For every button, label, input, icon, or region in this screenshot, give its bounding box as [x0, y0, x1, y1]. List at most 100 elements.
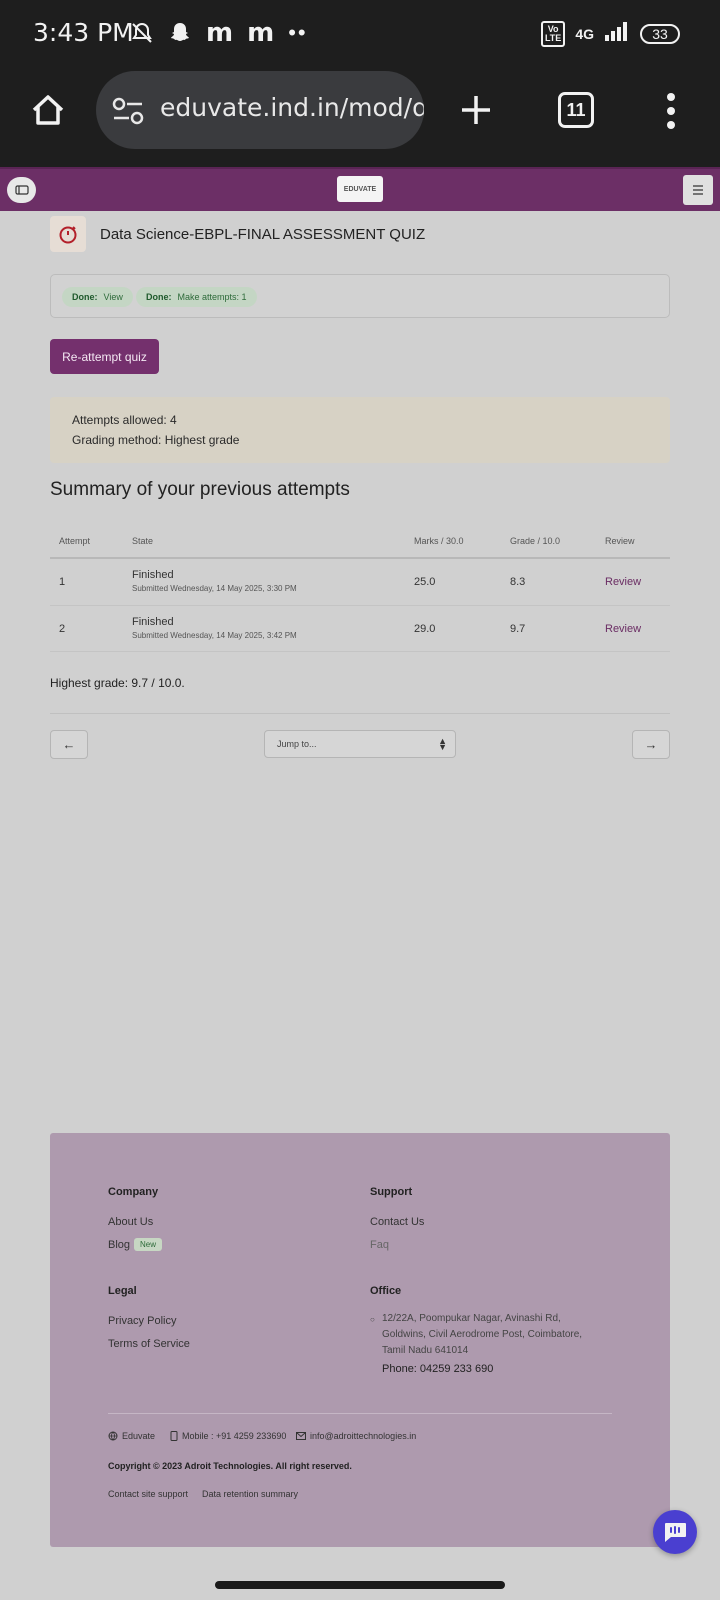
cell-submitted: Submitted Wednesday, 14 May 2025, 3:30 P… — [132, 584, 297, 593]
completion-status: Done: — [146, 292, 172, 302]
cell-state: Finished — [132, 616, 174, 628]
activity-completion: Done: View Done: Make attempts: 1 — [50, 274, 670, 318]
completion-status: Done: — [72, 292, 98, 302]
address-bar[interactable]: eduvate.ind.in/mod/q — [96, 71, 424, 149]
site-footer: Company About Us Blog New Support Contac… — [50, 1133, 670, 1547]
cell-marks: 29.0 — [414, 623, 436, 635]
footer-mobile-text: Mobile : +91 4259 233690 — [182, 1431, 287, 1441]
quiz-icon — [50, 216, 86, 252]
contact-site-support-link[interactable]: Contact site support — [108, 1489, 188, 1499]
logo-text: EDUVATE — [343, 185, 377, 193]
footer-heading-legal: Legal — [108, 1285, 137, 1297]
footer-heading-company: Company — [108, 1186, 159, 1198]
column-header-state: State — [132, 536, 154, 546]
column-header-review: Review — [605, 536, 635, 546]
hamburger-icon — [693, 185, 703, 195]
drawer-toggle-button[interactable] — [7, 177, 36, 203]
jump-to-select[interactable]: Jump to... ▲ ▼ — [264, 730, 456, 758]
footer-link-blog[interactable]: Blog — [108, 1239, 130, 1251]
signal-icon — [604, 20, 630, 47]
mail-icon — [296, 1432, 306, 1440]
site-logo[interactable]: EDUVATE — [337, 176, 383, 202]
data-retention-link[interactable]: Data retention summary — [202, 1489, 298, 1499]
cell-state: Finished — [132, 569, 174, 581]
footer-link-faq[interactable]: Faq — [370, 1239, 389, 1251]
office-phone: Phone: 04259 233 690 — [382, 1363, 494, 1375]
more-notifications-icon: •• — [288, 20, 308, 45]
footer-divider — [108, 1413, 612, 1414]
browser-menu-button[interactable] — [660, 92, 682, 130]
office-address: 12/22A, Poompukar Nagar, Avinashi Rd, Go… — [382, 1313, 583, 1356]
footer-link-terms[interactable]: Terms of Service — [108, 1338, 190, 1350]
location-bullet-icon: ○ — [370, 1315, 375, 1324]
cell-marks: 25.0 — [414, 576, 436, 588]
highest-grade: Highest grade: 9.7 / 10.0. — [50, 676, 185, 690]
completion-label: Make attempts: 1 — [177, 292, 247, 302]
cell-attempt: 2 — [59, 623, 66, 635]
mobile-icon — [170, 1431, 178, 1441]
column-header-grade: Grade / 10.0 — [510, 536, 561, 546]
more-vert-icon — [667, 93, 675, 129]
network-type: 4G — [575, 25, 594, 42]
previous-activity-button[interactable]: ← — [50, 730, 88, 759]
status-time: 3:43 PM — [33, 18, 134, 47]
status-system: Vo LTE 4G 33 — [540, 20, 680, 47]
table-header-divider — [50, 557, 670, 559]
new-badge: New — [134, 1238, 163, 1251]
gesture-nav-bar[interactable] — [215, 1581, 505, 1589]
attempts-allowed: Attempts allowed: 4 — [72, 413, 177, 427]
cell-submitted: Submitted Wednesday, 14 May 2025, 3:42 P… — [132, 631, 297, 640]
footer-heading-office: Office — [370, 1285, 402, 1297]
completion-chip-attempts: Done: Make attempts: 1 — [136, 287, 257, 307]
main-menu-button[interactable] — [683, 175, 713, 205]
summary-heading: Summary of your previous attempts — [50, 479, 350, 500]
select-arrows-icon: ▲ ▼ — [438, 736, 447, 752]
globe-icon — [108, 1431, 118, 1441]
reattempt-quiz-button[interactable]: Re-attempt quiz — [50, 339, 159, 374]
footer-heading-support: Support — [370, 1186, 413, 1198]
url-text[interactable]: eduvate.ind.in/mod/q — [160, 93, 424, 122]
divider — [50, 713, 670, 714]
review-link-2[interactable]: Review — [605, 623, 641, 635]
volte-icon: Vo LTE — [540, 20, 566, 47]
cell-grade: 9.7 — [510, 623, 526, 635]
column-header-marks: Marks / 30.0 — [414, 536, 464, 546]
footer-mobile[interactable]: Mobile : +91 4259 233690 — [170, 1431, 286, 1441]
site-settings-icon[interactable] — [112, 97, 144, 125]
new-tab-button[interactable] — [456, 90, 496, 130]
next-activity-button[interactable]: → — [632, 730, 670, 759]
plus-icon — [462, 96, 490, 124]
footer-link-privacy[interactable]: Privacy Policy — [108, 1315, 176, 1327]
footer-site[interactable]: Eduvate — [108, 1431, 155, 1441]
tab-switcher-button[interactable]: 11 — [558, 92, 594, 128]
footer-email[interactable]: info@adroittechnologies.in — [296, 1431, 416, 1441]
review-link-1[interactable]: Review — [605, 576, 641, 588]
cell-grade: 8.3 — [510, 576, 526, 588]
home-button[interactable] — [28, 90, 68, 130]
completion-label: View — [103, 292, 123, 302]
row-divider — [50, 605, 670, 606]
jump-to-label: Jump to... — [277, 739, 317, 749]
sidebar-icon — [14, 185, 29, 195]
footer-email-text: info@adroittechnologies.in — [310, 1431, 417, 1441]
page-title: Data Science-EBPL-FINAL ASSESSMENT QUIZ — [100, 226, 426, 243]
snapchat-icon — [168, 21, 192, 45]
bell-off-icon — [130, 21, 154, 45]
copyright: Copyright © 2023 Adroit Technologies. Al… — [108, 1461, 352, 1471]
status-bar: 3:43 PM m m •• Vo LTE 4G 33 — [0, 0, 720, 70]
cell-attempt: 1 — [59, 576, 66, 588]
home-icon — [32, 95, 64, 125]
status-notifications: m m •• — [130, 20, 308, 46]
row-divider — [50, 651, 670, 652]
chat-icon — [665, 1523, 686, 1542]
battery-icon: 33 — [640, 23, 680, 44]
browser-toolbar: eduvate.ind.in/mod/q 11 — [0, 70, 720, 167]
column-header-attempt: Attempt — [59, 536, 91, 546]
completion-chip-view: Done: View — [62, 287, 133, 307]
footer-link-about[interactable]: About Us — [108, 1216, 153, 1228]
grading-method: Grading method: Highest grade — [72, 433, 240, 447]
gmail-icon: m — [206, 18, 234, 48]
gmail-icon-2: m — [247, 18, 275, 48]
chat-button[interactable] — [653, 1510, 697, 1554]
footer-link-contact[interactable]: Contact Us — [370, 1216, 424, 1228]
